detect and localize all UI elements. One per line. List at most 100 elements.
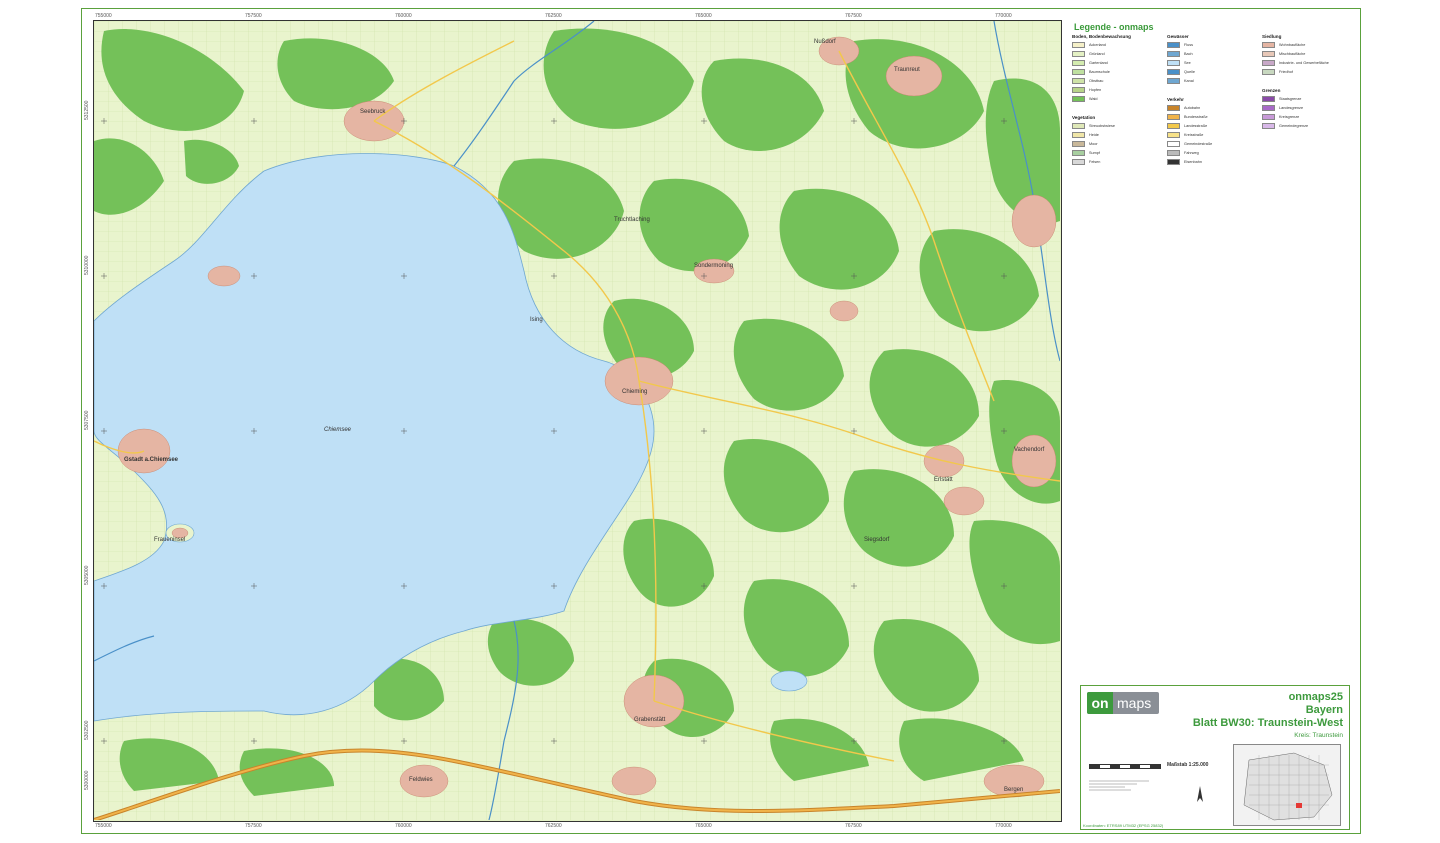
legend-item-label: Gemeindegrenze bbox=[1279, 124, 1309, 128]
legend-item: Fahrweg bbox=[1167, 150, 1199, 156]
legend-swatch bbox=[1167, 51, 1180, 57]
legend-item-label: Landesstraße bbox=[1184, 124, 1208, 128]
legend-heading: Gewässer bbox=[1167, 34, 1189, 39]
legend-swatch bbox=[1072, 150, 1085, 156]
legend-item-label: Eisenbahn bbox=[1184, 160, 1202, 164]
place-label-grabenstatt: Grabenstätt bbox=[634, 717, 666, 723]
legend-item: Felsen bbox=[1072, 159, 1100, 165]
legend-item: Landesgrenze bbox=[1262, 105, 1303, 111]
sheet-location-marker bbox=[1296, 803, 1302, 808]
overview-map bbox=[1233, 744, 1341, 826]
legend-item-label: Moor bbox=[1089, 142, 1098, 146]
legend-swatch bbox=[1167, 105, 1180, 111]
legend-item-label: Fahrweg bbox=[1184, 151, 1199, 155]
legend-item-label: Bundesstraße bbox=[1184, 115, 1208, 119]
legend-swatch bbox=[1167, 123, 1180, 129]
place-label-seebruck: Seebruck bbox=[360, 109, 386, 115]
grid-label-x: 765000 bbox=[695, 13, 712, 19]
logo-on: on bbox=[1087, 692, 1113, 714]
title-block: on maps onmaps25 Bayern Blatt BW30: Trau… bbox=[1080, 685, 1350, 830]
place-label-erlstaett: Erlstätt bbox=[934, 477, 953, 483]
legend-title: Legende - onmaps bbox=[1074, 22, 1154, 32]
legend-panel: Legende - onmaps Boden, Bodenbewachsung A… bbox=[1072, 22, 1357, 682]
legend-item-label: Mischbaufläche bbox=[1279, 52, 1306, 56]
scale-label: Maßstab 1:25.000 bbox=[1167, 762, 1209, 768]
legend-swatch bbox=[1072, 60, 1085, 66]
grid-label-y: 5307500 bbox=[84, 410, 90, 430]
legend-item: Wohnbaufläche bbox=[1262, 42, 1305, 48]
legend-item: Mischbaufläche bbox=[1262, 51, 1305, 57]
grid-label-x: 760000 bbox=[395, 13, 412, 19]
grid-label-x: 770000 bbox=[995, 823, 1012, 829]
grid-label-x: 765000 bbox=[695, 823, 712, 829]
legend-swatch bbox=[1262, 105, 1275, 111]
legend-item-label: See bbox=[1184, 61, 1191, 65]
legend-heading: Vegetation bbox=[1072, 115, 1096, 120]
legend-item: Bach bbox=[1167, 51, 1193, 57]
legend-item: Staatsgrenze bbox=[1262, 96, 1301, 102]
sheet-title: Blatt BW30: Traunstein-West bbox=[1192, 717, 1343, 729]
place-label-ising: Ising bbox=[530, 317, 543, 323]
state-title: Bayern bbox=[1305, 704, 1343, 716]
legend-swatch bbox=[1262, 114, 1275, 120]
legend-swatch bbox=[1167, 150, 1180, 156]
legend-item-label: Bach bbox=[1184, 52, 1193, 56]
place-label-traunreut: Traunreut bbox=[894, 67, 920, 73]
legend-item: Fluss bbox=[1167, 42, 1193, 48]
legend-swatch bbox=[1072, 132, 1085, 138]
grid-label-y: 5300000 bbox=[84, 770, 90, 790]
legend-item: Sumpf bbox=[1072, 150, 1100, 156]
place-label-vachendorf: Vachendorf bbox=[1014, 447, 1045, 453]
legend-item: Industrie- und Gewerbefläche bbox=[1262, 60, 1329, 66]
small-lake bbox=[770, 670, 808, 692]
imprint-text bbox=[1089, 779, 1149, 792]
legend-item-label: Landesgrenze bbox=[1279, 106, 1304, 110]
legend-item-label: Sumpf bbox=[1089, 151, 1100, 155]
map-frame[interactable]: Seebruck Gstadt a.Chiemsee Fraueninsel C… bbox=[93, 20, 1062, 822]
legend-item-label: Gemeindestraße bbox=[1184, 142, 1213, 146]
grid-label-x: 770000 bbox=[995, 13, 1012, 19]
legend-swatch bbox=[1167, 60, 1180, 66]
legend-item-label: Streuobstwiese bbox=[1089, 124, 1115, 128]
product-title: onmaps25 bbox=[1288, 691, 1343, 703]
legend-heading: Boden, Bodenbewachsung bbox=[1072, 34, 1131, 39]
place-label-sondermoning: Sondermoning bbox=[694, 263, 733, 269]
legend-item-label: Wald bbox=[1089, 97, 1098, 101]
grid-label-x: 757500 bbox=[245, 13, 262, 19]
legend-item: Eisenbahn bbox=[1167, 159, 1202, 165]
logo-maps: maps bbox=[1117, 695, 1152, 711]
legend-heading: Siedlung bbox=[1262, 34, 1282, 39]
legend-item: Gartenland bbox=[1072, 60, 1108, 66]
place-label-feldwies: Feldwies bbox=[409, 777, 433, 783]
legend-item: Autobahn bbox=[1167, 105, 1200, 111]
legend-item-label: Staatsgrenze bbox=[1279, 97, 1302, 101]
legend-swatch bbox=[1167, 69, 1180, 75]
legend-item-label: Obstbau bbox=[1089, 79, 1104, 83]
legend-item: See bbox=[1167, 60, 1191, 66]
place-label-gstadt: Gstadt a.Chiemsee bbox=[124, 457, 179, 463]
legend-item-label: Gartenland bbox=[1089, 61, 1108, 65]
legend-swatch bbox=[1262, 42, 1275, 48]
legend-swatch bbox=[1072, 51, 1085, 57]
place-label-truchtlaching: Truchtlaching bbox=[614, 217, 650, 223]
place-label-chieming: Chieming bbox=[622, 389, 647, 395]
legend-item: Quelle bbox=[1167, 69, 1195, 75]
topographic-map[interactable]: Seebruck Gstadt a.Chiemsee Fraueninsel C… bbox=[94, 21, 1060, 820]
coordinate-system: Koordinaten: ETRS89 UTM32 (EPSG 25832) bbox=[1083, 823, 1164, 828]
legend-item-label: Friedhof bbox=[1279, 70, 1293, 74]
legend-swatch bbox=[1167, 132, 1180, 138]
legend-item-label: Heide bbox=[1089, 133, 1099, 137]
legend-swatch bbox=[1072, 42, 1085, 48]
legend-swatch bbox=[1072, 141, 1085, 147]
grid-label-x: 767500 bbox=[845, 823, 862, 829]
grid-label-y: 5312500 bbox=[84, 100, 90, 120]
grid-label-x: 755000 bbox=[95, 823, 112, 829]
grid-label-y: 5305000 bbox=[84, 565, 90, 585]
kreis-label: Kreis: Traunstein bbox=[1294, 732, 1343, 739]
legend-heading: Grenzen bbox=[1262, 88, 1281, 93]
place-label-frauen: Fraueninsel bbox=[154, 537, 185, 543]
legend-swatch bbox=[1072, 123, 1085, 129]
legend-item-label: Baumschule bbox=[1089, 70, 1110, 74]
legend-swatch bbox=[1072, 159, 1085, 165]
legend-item-label: Grünland bbox=[1089, 52, 1105, 56]
